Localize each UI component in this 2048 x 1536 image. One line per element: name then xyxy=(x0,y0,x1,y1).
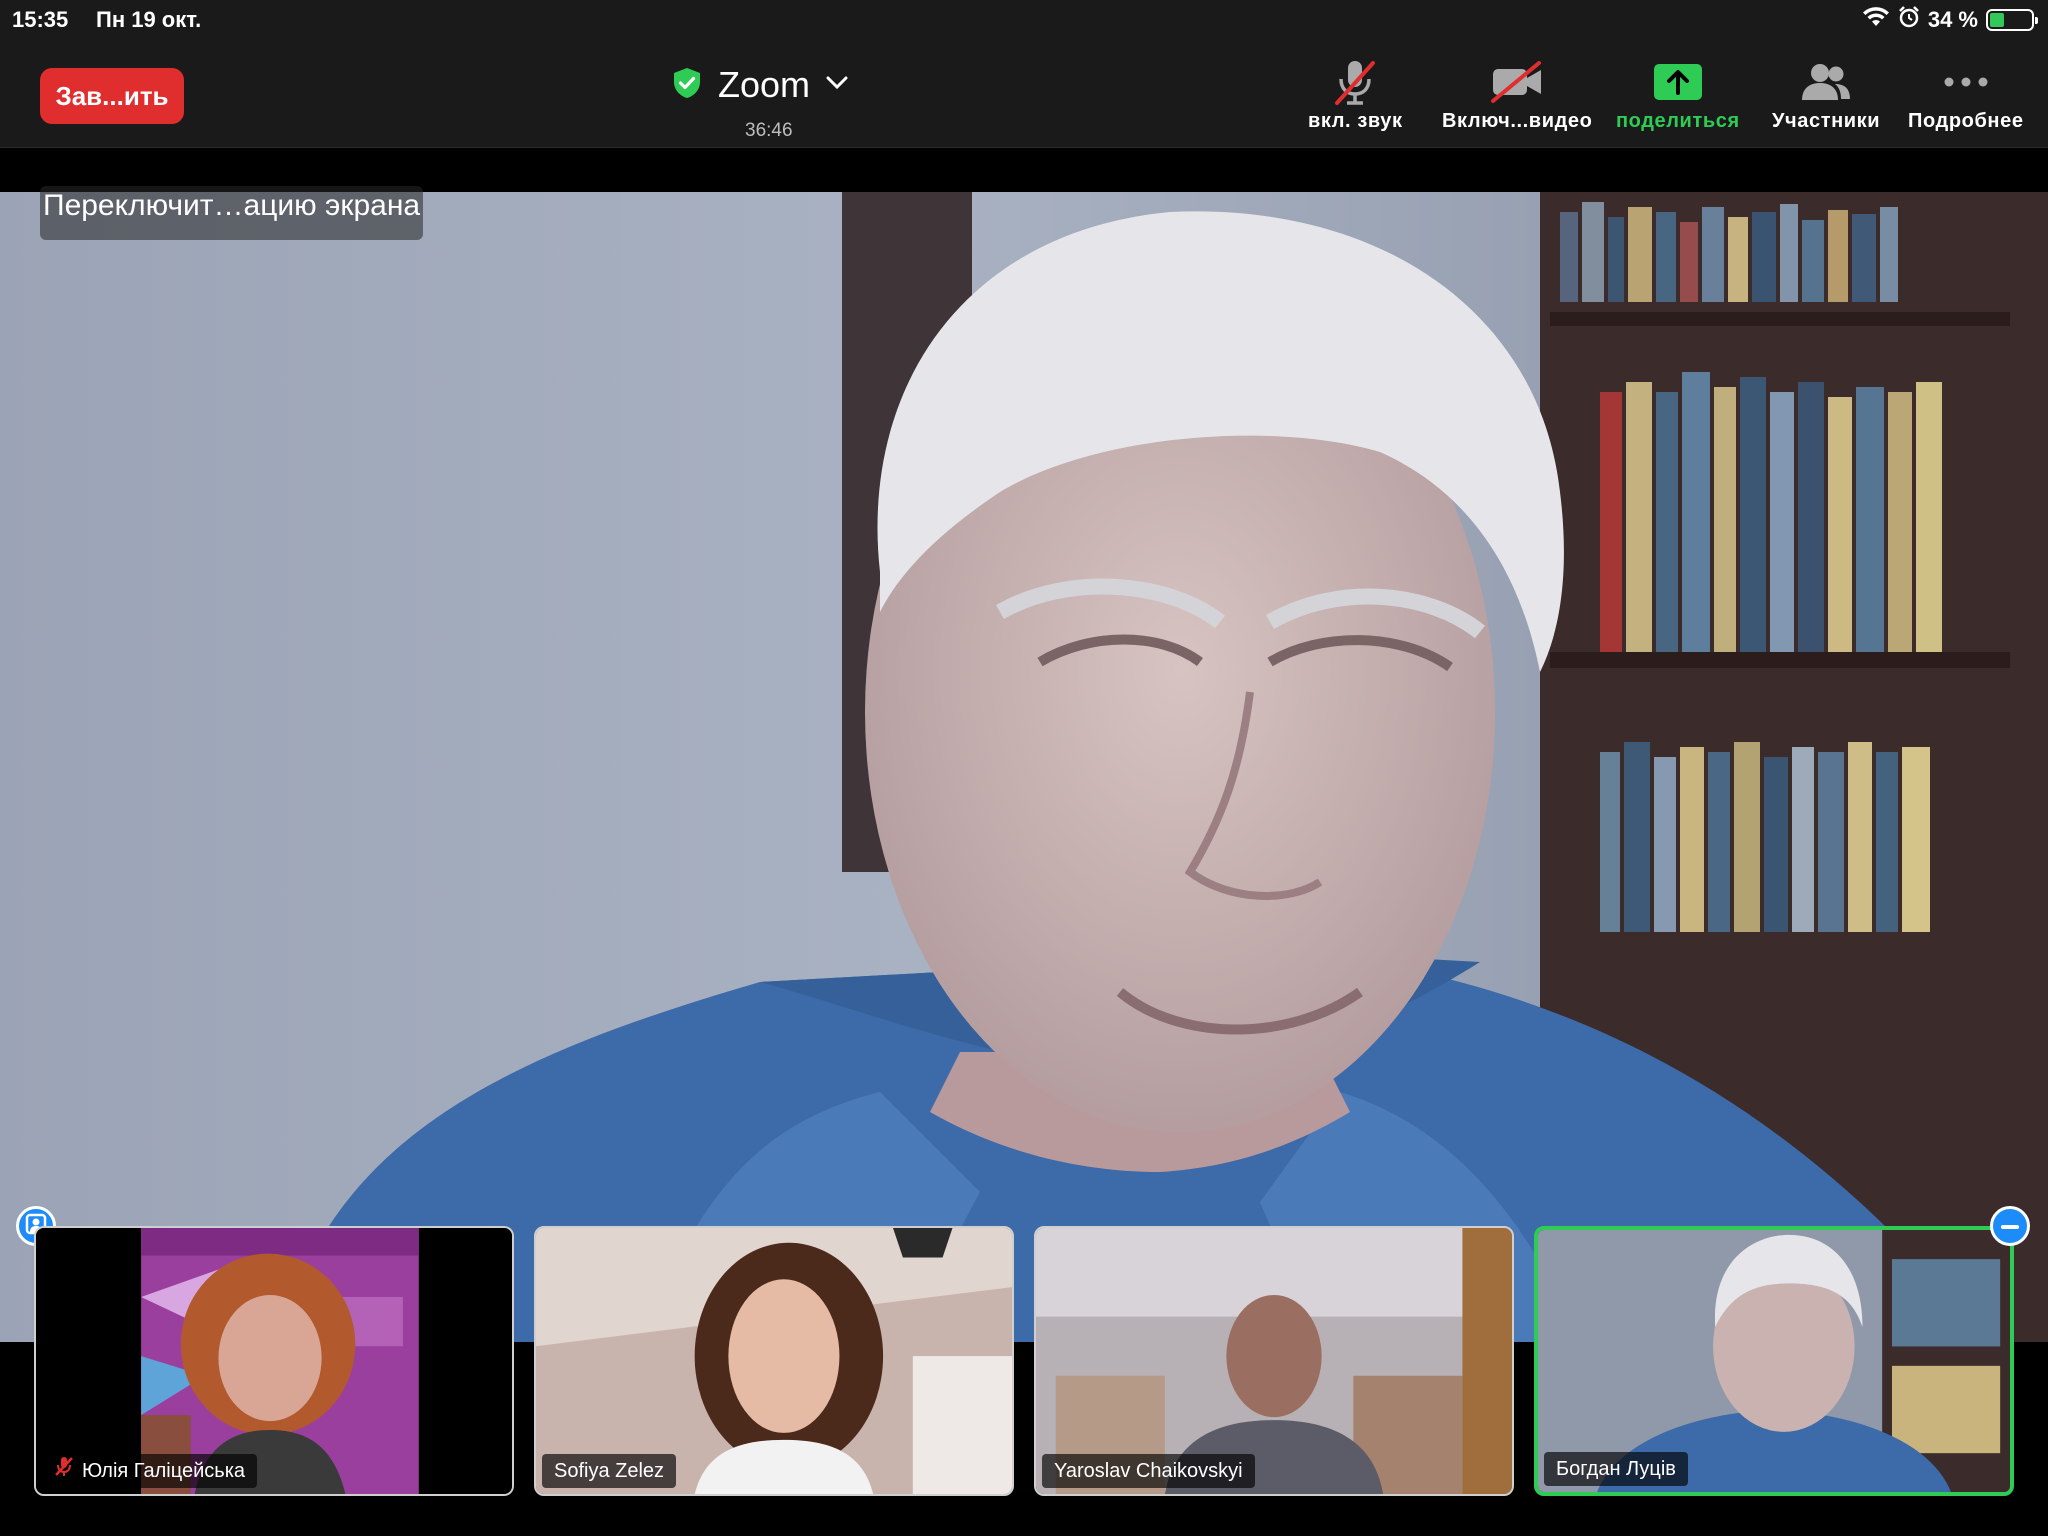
participant-tile-yuliia[interactable]: Юлія Галіцейська xyxy=(34,1226,514,1496)
meeting-title: Zoom xyxy=(718,64,811,105)
participant-tile-bohdan[interactable]: Богдан Луців xyxy=(1534,1226,2014,1496)
participants-button[interactable]: Участники xyxy=(1772,54,1880,133)
share-screen-button[interactable]: поделиться xyxy=(1616,54,1740,133)
chevron-down-icon xyxy=(826,76,848,95)
more-dots-icon xyxy=(1943,54,1989,110)
battery-icon xyxy=(1986,9,2038,31)
alarm-icon xyxy=(1898,6,1920,34)
status-indicators: 34 % xyxy=(1862,5,2038,35)
speaker-video-frame xyxy=(0,192,2048,1342)
unmute-label: вкл. звук xyxy=(1308,110,1403,132)
participant-name: Yaroslav Chaikovskyi xyxy=(1054,1460,1243,1482)
participants-icon xyxy=(1799,54,1853,110)
participant-name-tag: Yaroslav Chaikovskyi xyxy=(1042,1454,1255,1488)
participant-name-tag: Юлія Галіцейська xyxy=(42,1454,258,1488)
more-button[interactable]: Подробнее xyxy=(1908,54,2024,133)
status-time: 15:35 xyxy=(12,7,69,32)
battery-percent: 34 % xyxy=(1927,7,1978,32)
meeting-toolbar: Зав...ить Zoom 36:46 вкл. звук Включ...в… xyxy=(0,40,2048,148)
participants-label: Участники xyxy=(1772,110,1881,132)
participant-tile-yaroslav[interactable]: Yaroslav Chaikovskyi xyxy=(1034,1226,1514,1496)
minimize-thumbnails-button[interactable] xyxy=(1990,1206,2030,1246)
start-video-button[interactable]: Включ...видео xyxy=(1442,54,1592,133)
share-arrow-icon xyxy=(1652,54,1704,110)
more-label: Подробнее xyxy=(1908,110,2024,132)
meeting-title-dropdown[interactable]: Zoom xyxy=(672,64,848,106)
switch-layout-button[interactable]: Переключит…ацию экрана xyxy=(40,186,424,240)
status-date: Пн 19 окт. xyxy=(96,7,202,32)
microphone-muted-icon xyxy=(54,1454,74,1488)
shield-check-icon xyxy=(672,67,702,104)
participant-name-tag: Богдан Луців xyxy=(1544,1452,1688,1486)
start-video-label: Включ...видео xyxy=(1442,110,1593,132)
participant-name-tag: Sofiya Zelez xyxy=(542,1454,677,1488)
share-label: поделиться xyxy=(1616,110,1740,132)
active-speaker-video[interactable] xyxy=(0,192,2048,1342)
status-bar: 15:35 Пн 19 окт. 34 % xyxy=(0,0,2048,40)
unmute-button[interactable]: вкл. звук xyxy=(1308,54,1403,133)
microphone-off-icon xyxy=(1329,54,1381,110)
meeting-timer: 36:46 xyxy=(745,120,793,141)
participant-tile-sofiya[interactable]: Sofiya Zelez xyxy=(534,1226,1014,1496)
participant-name: Юлія Галіцейська xyxy=(82,1460,246,1482)
participant-name: Sofiya Zelez xyxy=(554,1460,665,1482)
wifi-icon xyxy=(1862,6,1890,34)
participant-name: Богдан Луців xyxy=(1556,1458,1676,1480)
minus-icon xyxy=(2000,1217,2020,1235)
video-off-icon xyxy=(1487,54,1547,110)
end-meeting-button[interactable]: Зав...ить xyxy=(40,68,184,124)
